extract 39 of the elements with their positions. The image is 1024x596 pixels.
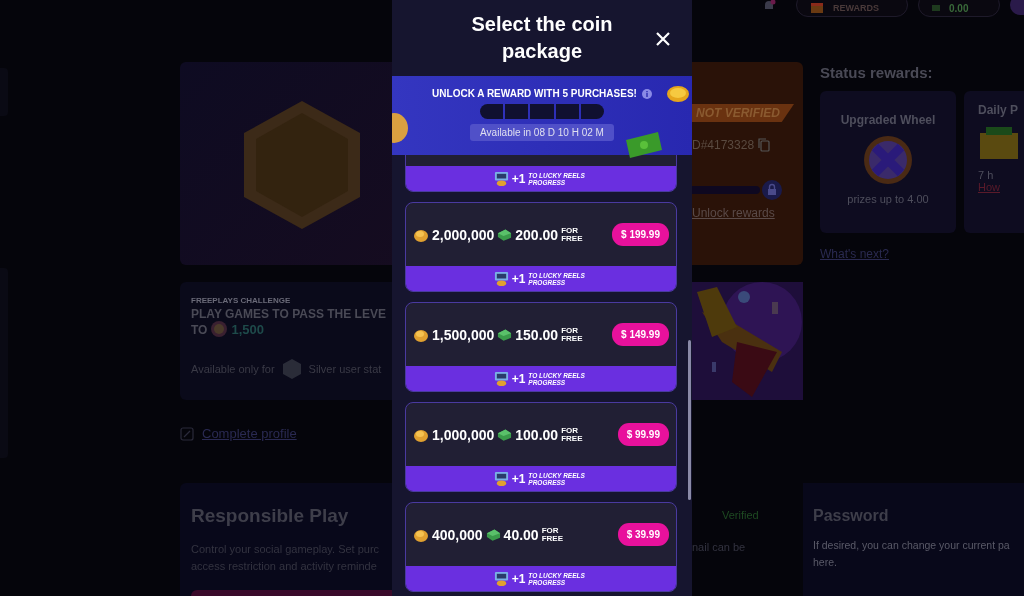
verified-status: Verified [722,509,759,521]
challenge-title: TO [191,323,208,337]
free-label: FOR FREE [541,526,564,543]
price-button[interactable]: $ 99.99 [617,423,669,446]
card-text: here. [813,555,838,570]
unlock-rewards-link[interactable]: Unlock rewards [692,206,803,220]
coin-amount: 1,000,000 [432,426,495,443]
free-label: FOR FREE [561,326,584,343]
free-label: FOR FREE [561,226,584,243]
price-button[interactable]: $ 39.99 [617,523,669,546]
reward-text: prizes up to 4.00 [847,193,929,205]
free-label: FOR FREE [561,426,584,443]
coin-amount: 400,000 [432,526,483,543]
challenge-label: FREEPLAYS CHALLENGE [191,296,292,305]
balance-amount: 0.00 [949,2,969,14]
challenge-title: PLAY GAMES TO PASS THE LEVE [191,307,387,321]
bonus-count: +1 [511,571,526,586]
reward-title: Upgraded Wheel [840,113,936,127]
cash-amount: 100.00 [515,426,559,443]
user-id: D#4173328 [692,138,755,152]
challenge-amount: 1,500 [231,321,264,337]
coin-amount: 1,500,000 [432,326,495,343]
cash-amount: 40.00 [503,526,539,543]
bonus-count: +1 [511,471,526,486]
modal-title: Select the coin package [470,12,614,64]
price-button[interactable]: $ 149.99 [612,323,669,346]
bonus-count: +1 [511,271,526,286]
section-title: Status rewards: [820,64,934,81]
reward-title: Daily P [978,103,1019,117]
reward-text: 7 h [978,169,994,181]
bonus-count: +1 [511,171,526,186]
cash-amount: 200.00 [515,226,559,243]
bonus-count: +1 [511,371,526,386]
coin-amount: 2,000,000 [432,226,495,243]
banner-title: UNLOCK A REWARD WITH 5 PURCHASES! [432,88,637,99]
cash-amount: 150.00 [515,326,559,343]
price-button[interactable]: $ 199.99 [612,223,669,246]
availability-timer: Available in 08 D 10 H 02 M [470,124,614,141]
card-text: If desired, you can change your current pa [813,538,1011,553]
